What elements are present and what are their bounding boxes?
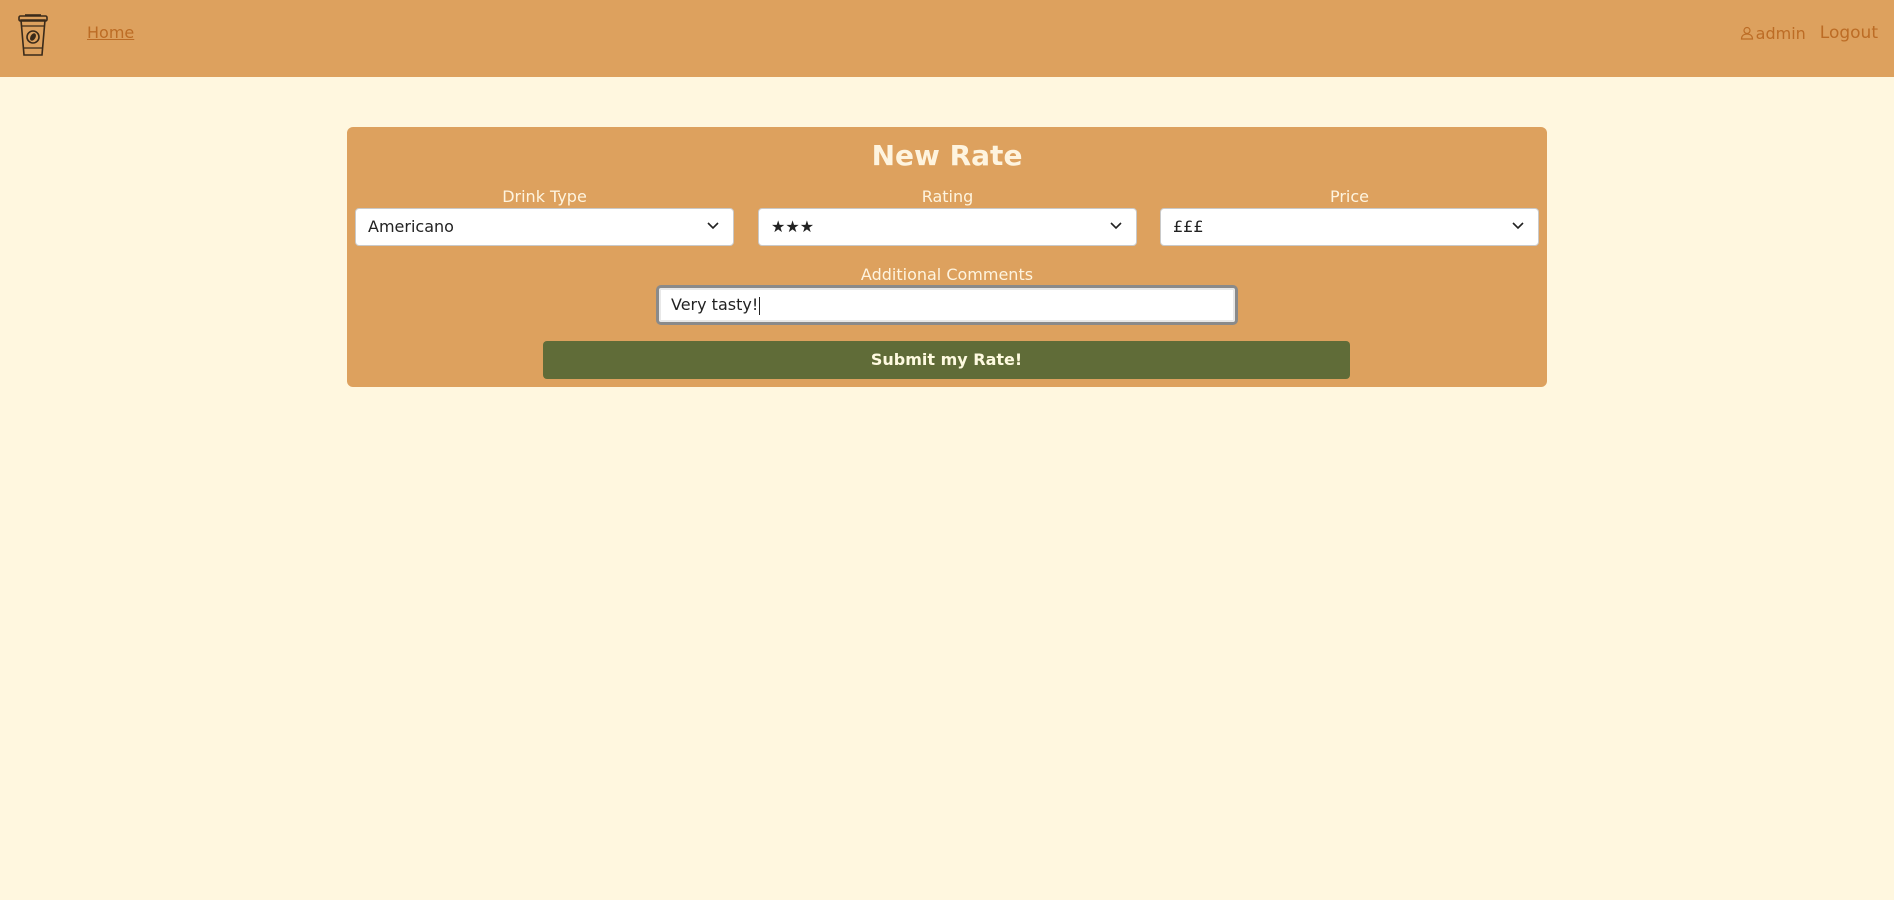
home-link[interactable]: Home	[87, 23, 134, 42]
drink-type-value: Americano	[368, 217, 454, 236]
rating-field: Rating ★★★	[758, 186, 1137, 246]
comments-value: Very tasty!	[671, 295, 759, 314]
price-select[interactable]: £££	[1160, 208, 1539, 246]
rating-select[interactable]: ★★★	[758, 208, 1137, 246]
coffee-cup-logo-icon[interactable]	[16, 12, 50, 58]
text-caret	[759, 296, 761, 315]
user-icon	[1740, 26, 1753, 40]
drink-type-field: Drink Type Americano	[355, 186, 734, 246]
nav-right-group: admin Logout	[1740, 23, 1878, 43]
rating-value: ★★★	[771, 217, 815, 236]
chevron-down-icon	[707, 222, 719, 230]
price-field: Price £££	[1160, 186, 1539, 246]
price-value: £££	[1173, 217, 1204, 236]
logout-link[interactable]: Logout	[1820, 23, 1878, 43]
username-label: admin	[1755, 23, 1806, 43]
drink-type-select[interactable]: Americano	[355, 208, 734, 246]
chevron-down-icon	[1512, 222, 1524, 230]
rating-label: Rating	[921, 187, 974, 206]
price-label: Price	[1329, 187, 1370, 206]
form-title: New Rate	[871, 139, 1023, 172]
drink-type-label: Drink Type	[502, 187, 587, 206]
comments-input[interactable]: Very tasty!	[656, 285, 1238, 325]
new-rate-card: New Rate Drink Type Americano Rating ★★★…	[347, 127, 1547, 387]
user-info[interactable]: admin	[1740, 24, 1806, 43]
chevron-down-icon	[1110, 222, 1122, 230]
submit-rate-button[interactable]: Submit my Rate!	[543, 341, 1350, 379]
comments-label: Additional Comments	[860, 265, 1034, 284]
top-navbar: Home admin Logout	[0, 0, 1894, 77]
